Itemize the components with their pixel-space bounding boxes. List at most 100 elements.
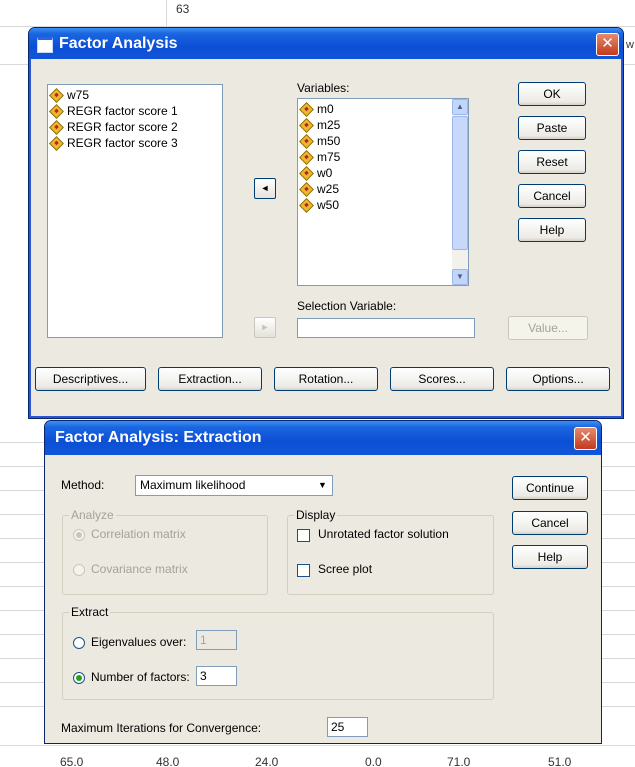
move-to-variables-button[interactable]: ◄ — [254, 178, 276, 199]
list-item[interactable]: m0 — [298, 101, 468, 117]
variable-icon — [299, 149, 314, 165]
paste-button[interactable]: Paste — [518, 116, 586, 140]
extraction-dialog: Factor Analysis: Extraction ✕ Method: Ma… — [44, 420, 602, 744]
scree-plot-checkbox[interactable] — [297, 564, 310, 577]
display-caption: Display — [294, 508, 338, 522]
variable-icon — [299, 117, 314, 133]
list-item-label: m25 — [317, 118, 341, 132]
top-cell-value: 63 — [176, 2, 190, 16]
analyze-caption: Analyze — [69, 508, 116, 522]
options-button[interactable]: Options... — [506, 367, 610, 391]
list-item-label: w0 — [317, 166, 333, 180]
help-button[interactable]: Help — [518, 218, 586, 242]
grid-line — [0, 745, 635, 746]
list-item-label: m50 — [317, 134, 341, 148]
source-variable-list[interactable]: w75 REGR factor score 1 REGR factor scor… — [47, 84, 223, 338]
list-item[interactable]: w25 — [298, 181, 468, 197]
cell-value: 71.0 — [447, 755, 471, 767]
cell-value: 65.0 — [60, 755, 84, 767]
cancel-button[interactable]: Cancel — [518, 184, 586, 208]
selection-variable-label: Selection Variable: — [297, 299, 397, 313]
list-item[interactable]: REGR factor score 1 — [48, 103, 222, 119]
scroll-down-button[interactable]: ▼ — [452, 269, 468, 285]
grid-line — [166, 0, 167, 26]
title-bar[interactable]: Factor Analysis: Extraction ✕ — [45, 421, 601, 455]
help-button[interactable]: Help — [512, 545, 588, 569]
method-label: Method: — [61, 478, 105, 492]
list-item[interactable]: m75 — [298, 149, 468, 165]
continue-button[interactable]: Continue — [512, 476, 588, 500]
variable-icon — [299, 101, 314, 117]
list-item[interactable]: REGR factor score 3 — [48, 135, 222, 151]
variables-list[interactable]: m0 m25 m50 m75 w0 w25 w50 ▲ ▼ — [297, 98, 469, 286]
variable-icon — [299, 165, 314, 181]
cancel-button[interactable]: Cancel — [512, 511, 588, 535]
variable-icon — [49, 119, 64, 135]
cell-value: 51.0 — [548, 755, 572, 767]
list-item[interactable]: REGR factor score 2 — [48, 119, 222, 135]
extraction-button[interactable]: Extraction... — [158, 367, 262, 391]
rotation-button[interactable]: Rotation... — [274, 367, 378, 391]
list-item-label: m0 — [317, 102, 334, 116]
list-item-label: REGR factor score 2 — [67, 120, 178, 134]
unrotated-checkbox[interactable] — [297, 529, 310, 542]
unrotated-label: Unrotated factor solution — [318, 527, 449, 541]
descriptives-button[interactable]: Descriptives... — [35, 367, 146, 391]
method-dropdown[interactable]: Maximum likelihood ▼ — [135, 475, 333, 496]
close-button[interactable]: ✕ — [596, 33, 619, 56]
variables-label: Variables: — [297, 81, 350, 95]
ok-button[interactable]: OK — [518, 82, 586, 106]
list-item-label: w25 — [317, 182, 340, 196]
analyze-group: Analyze Correlation matrix Covariance ma… — [62, 508, 268, 595]
list-item[interactable]: m25 — [298, 117, 468, 133]
scree-plot-label: Scree plot — [318, 562, 373, 576]
scroll-up-button[interactable]: ▲ — [452, 99, 468, 115]
title-bar[interactable]: Factor Analysis ✕ — [29, 28, 623, 59]
edge-cell-text: w — [626, 39, 634, 51]
max-iterations-field[interactable]: 25 — [327, 717, 368, 737]
list-item-label: w75 — [67, 88, 90, 102]
correlation-label: Correlation matrix — [91, 527, 186, 541]
extract-group: Extract Eigenvalues over: 1 Number of fa… — [62, 605, 494, 700]
display-group: Display Unrotated factor solution Scree … — [287, 508, 494, 595]
eigenvalues-radio[interactable] — [73, 637, 85, 649]
eigenvalues-field[interactable]: 1 — [196, 630, 237, 650]
variable-icon — [299, 181, 314, 197]
scroll-thumb[interactable] — [452, 116, 468, 250]
dialog-title: Factor Analysis — [59, 35, 178, 52]
list-item-label: REGR factor score 3 — [67, 136, 178, 150]
number-of-factors-radio[interactable] — [73, 672, 85, 684]
reset-button[interactable]: Reset — [518, 150, 586, 174]
max-iterations-label: Maximum Iterations for Convergence: — [61, 721, 262, 735]
list-item[interactable]: m50 — [298, 133, 468, 149]
value-button[interactable]: Value... — [508, 316, 588, 340]
list-item[interactable]: w75 — [48, 87, 222, 103]
covariance-label: Covariance matrix — [91, 562, 188, 576]
variable-icon — [49, 103, 64, 119]
number-of-factors-label: Number of factors: — [91, 670, 190, 684]
dialog-title: Factor Analysis: Extraction — [55, 429, 262, 446]
number-of-factors-field[interactable]: 3 — [196, 666, 237, 686]
method-value: Maximum likelihood — [140, 478, 246, 492]
list-item-label: m75 — [317, 150, 341, 164]
variable-icon — [299, 197, 314, 213]
close-button[interactable]: ✕ — [574, 427, 597, 450]
correlation-radio[interactable] — [73, 529, 85, 541]
list-item-label: w50 — [317, 198, 340, 212]
covariance-radio[interactable] — [73, 564, 85, 576]
bottom-row: 65.0 48.0 24.0 0.0 71.0 51.0 — [0, 752, 635, 767]
list-item[interactable]: w0 — [298, 165, 468, 181]
scores-button[interactable]: Scores... — [390, 367, 494, 391]
cell-value: 0.0 — [365, 755, 382, 767]
window-icon — [37, 37, 53, 53]
move-to-selection-button[interactable]: ► — [254, 317, 276, 338]
chevron-down-icon[interactable]: ▼ — [314, 477, 331, 494]
selection-variable-field[interactable] — [297, 318, 475, 338]
eigenvalues-label: Eigenvalues over: — [91, 635, 187, 649]
factor-analysis-dialog: Factor Analysis ✕ w75 REGR factor score … — [28, 27, 624, 419]
variable-icon — [49, 135, 64, 151]
list-item[interactable]: w50 — [298, 197, 468, 213]
extract-caption: Extract — [69, 605, 111, 619]
variable-icon — [299, 133, 314, 149]
vertical-scrollbar[interactable]: ▲ ▼ — [452, 99, 468, 285]
